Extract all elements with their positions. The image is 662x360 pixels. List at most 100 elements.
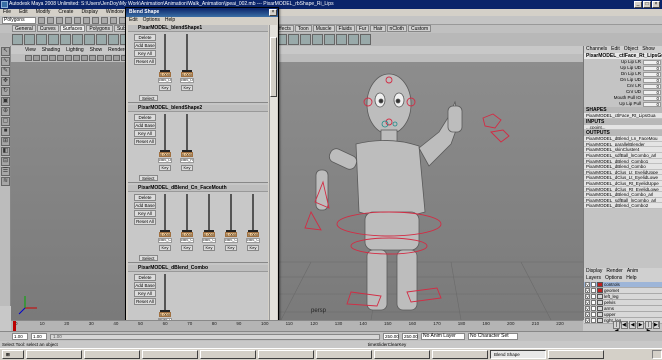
channel-menu-0[interactable]: Channels (586, 46, 607, 53)
blend-shape-title[interactable]: Blend Shape (126, 8, 278, 17)
menu-2[interactable]: Modify (36, 9, 51, 16)
slider-value[interactable]: 0.000 (159, 152, 171, 157)
shelf-tool-2-icon[interactable] (36, 34, 47, 45)
step-forward-icon[interactable]: |▶ (645, 321, 652, 334)
go-end-icon[interactable]: ▶| (653, 321, 660, 329)
layer-name[interactable]: left_leg (604, 294, 619, 299)
paint-select-tool-icon[interactable]: ✎ (1, 67, 10, 76)
select-button[interactable]: Select (139, 175, 158, 181)
layer-visibility-toggle[interactable]: V (585, 282, 590, 287)
shelf-tool-23-icon[interactable] (288, 34, 299, 45)
taskbar-item-0[interactable] (26, 350, 82, 359)
grid-toggle-icon[interactable] (57, 55, 64, 61)
layer-name[interactable]: arms (604, 306, 614, 311)
slider-value[interactable]: 0.000 (225, 232, 237, 237)
taskbar-item-3[interactable] (200, 350, 256, 359)
isolate-icon[interactable] (113, 55, 120, 61)
manipulator-tool-icon[interactable]: ⊕ (1, 107, 10, 116)
shelf-tool-3-icon[interactable] (48, 34, 59, 45)
slider-track[interactable] (164, 114, 166, 150)
shelf-tool-25-icon[interactable] (312, 34, 323, 45)
anim-layer-dropdown[interactable]: No Anim Layer (421, 333, 465, 340)
xray-icon[interactable] (105, 55, 112, 61)
layer-template-toggle[interactable] (591, 300, 596, 305)
menu-5[interactable]: Window (106, 9, 124, 16)
blend-key-all-button[interactable]: Key All (134, 50, 156, 57)
select-button[interactable]: Select (139, 255, 158, 261)
slider-value[interactable]: 0.000 (181, 152, 193, 157)
scrollbar-thumb[interactable] (270, 37, 277, 97)
taskbar-item-9[interactable] (548, 350, 604, 359)
snap-grid-icon[interactable] (92, 16, 99, 24)
viewport-menu-0[interactable]: View (25, 46, 36, 54)
camera-select-icon[interactable] (25, 55, 32, 61)
start-time-field[interactable]: 1.00 (12, 333, 28, 340)
open-scene-icon[interactable] (47, 16, 54, 24)
range-bar[interactable]: 1.00 (50, 333, 380, 340)
blend-shape-close-button[interactable]: × (269, 9, 277, 16)
slider-value[interactable]: 0.000 (181, 72, 193, 77)
select-component-icon[interactable] (83, 16, 90, 24)
shelf-tool-29-icon[interactable] (360, 34, 371, 45)
slider-value[interactable]: 0.000 (159, 232, 171, 237)
slider-track[interactable] (230, 194, 232, 230)
shelf-tool-27-icon[interactable] (336, 34, 347, 45)
shelf-tab-14[interactable]: Hair (370, 25, 386, 32)
layout-side-icon[interactable]: ◧ (1, 147, 10, 156)
blend-add-base-button[interactable]: Add Base (134, 282, 156, 289)
new-scene-icon[interactable] (38, 16, 45, 24)
layer-template-toggle[interactable] (591, 288, 596, 293)
slider-track[interactable] (186, 114, 188, 150)
taskbar-item-4[interactable] (258, 350, 314, 359)
target-slider-0[interactable]: 0.000ciBS_Cn_f Key (158, 194, 172, 256)
menu-1[interactable]: Edit (19, 9, 28, 16)
key-button[interactable]: Key (159, 245, 171, 251)
layer-template-toggle[interactable] (591, 294, 596, 299)
shelf-tool-24-icon[interactable] (300, 34, 311, 45)
blend-key-all-button[interactable]: Key All (134, 290, 156, 297)
rotate-tool-icon[interactable]: ↻ (1, 87, 10, 96)
window-title-bar[interactable]: Autodesk Maya 2008 Unlimited: S:\Users\J… (0, 0, 662, 9)
key-button[interactable]: Key (225, 245, 237, 251)
slider-value[interactable]: 0.000 (159, 72, 171, 77)
shelf-tab-10[interactable]: Toon (294, 25, 312, 32)
channel-menu-1[interactable]: Edit (611, 46, 620, 53)
shadows-icon[interactable] (97, 55, 104, 61)
snap-point-icon[interactable] (110, 16, 117, 24)
channel-menu-2[interactable]: Object (624, 46, 638, 53)
layout-stack-icon[interactable]: ⊟ (1, 157, 10, 166)
layer-name[interactable]: upper (604, 312, 616, 317)
key-button[interactable]: Key (181, 85, 193, 91)
blend-reset-all-button[interactable]: Reset All (134, 218, 156, 225)
shelf-tab-15[interactable]: nCloth (386, 25, 407, 32)
layer-visibility-toggle[interactable]: V (585, 288, 590, 293)
scene-canvas[interactable] (11, 62, 583, 320)
shelf-tool-5-icon[interactable] (72, 34, 83, 45)
channel-value[interactable]: 0 (643, 77, 661, 83)
viewport-menu-3[interactable]: Show (90, 46, 103, 54)
shelf-tool-6-icon[interactable] (84, 34, 95, 45)
key-button[interactable]: Key (203, 245, 215, 251)
slider-value[interactable]: 0.000 (203, 232, 215, 237)
slider-track[interactable] (164, 194, 166, 230)
key-button[interactable]: Key (159, 85, 171, 91)
blend-delete-button[interactable]: Delete (134, 114, 156, 121)
layout-outliner-icon[interactable]: ☰ (1, 167, 10, 176)
target-slider-0[interactable]: 0.000ciBS_Lt_K Key (158, 34, 172, 96)
layer-color-swatch[interactable] (597, 300, 603, 305)
layer-visibility-toggle[interactable]: V (585, 306, 590, 311)
start-button[interactable]: ⊞ (2, 350, 24, 359)
layer-tab-0[interactable]: Display (586, 268, 602, 275)
taskbar-item-6[interactable] (374, 350, 430, 359)
layer-template-toggle[interactable] (591, 318, 596, 323)
blend-add-base-button[interactable]: Add Base (134, 42, 156, 49)
shelf-tool-4-icon[interactable] (60, 34, 71, 45)
shelf-tab-2[interactable]: Surfaces (59, 25, 86, 32)
lights-icon[interactable] (89, 55, 96, 61)
bookmark-icon[interactable] (41, 55, 48, 61)
scale-tool-icon[interactable]: ▣ (1, 97, 10, 106)
blend-reset-all-button[interactable]: Reset All (134, 58, 156, 65)
shelf-tool-8-icon[interactable] (108, 34, 119, 45)
layer-color-swatch[interactable] (597, 294, 603, 299)
shelf-tool-26-icon[interactable] (324, 34, 335, 45)
